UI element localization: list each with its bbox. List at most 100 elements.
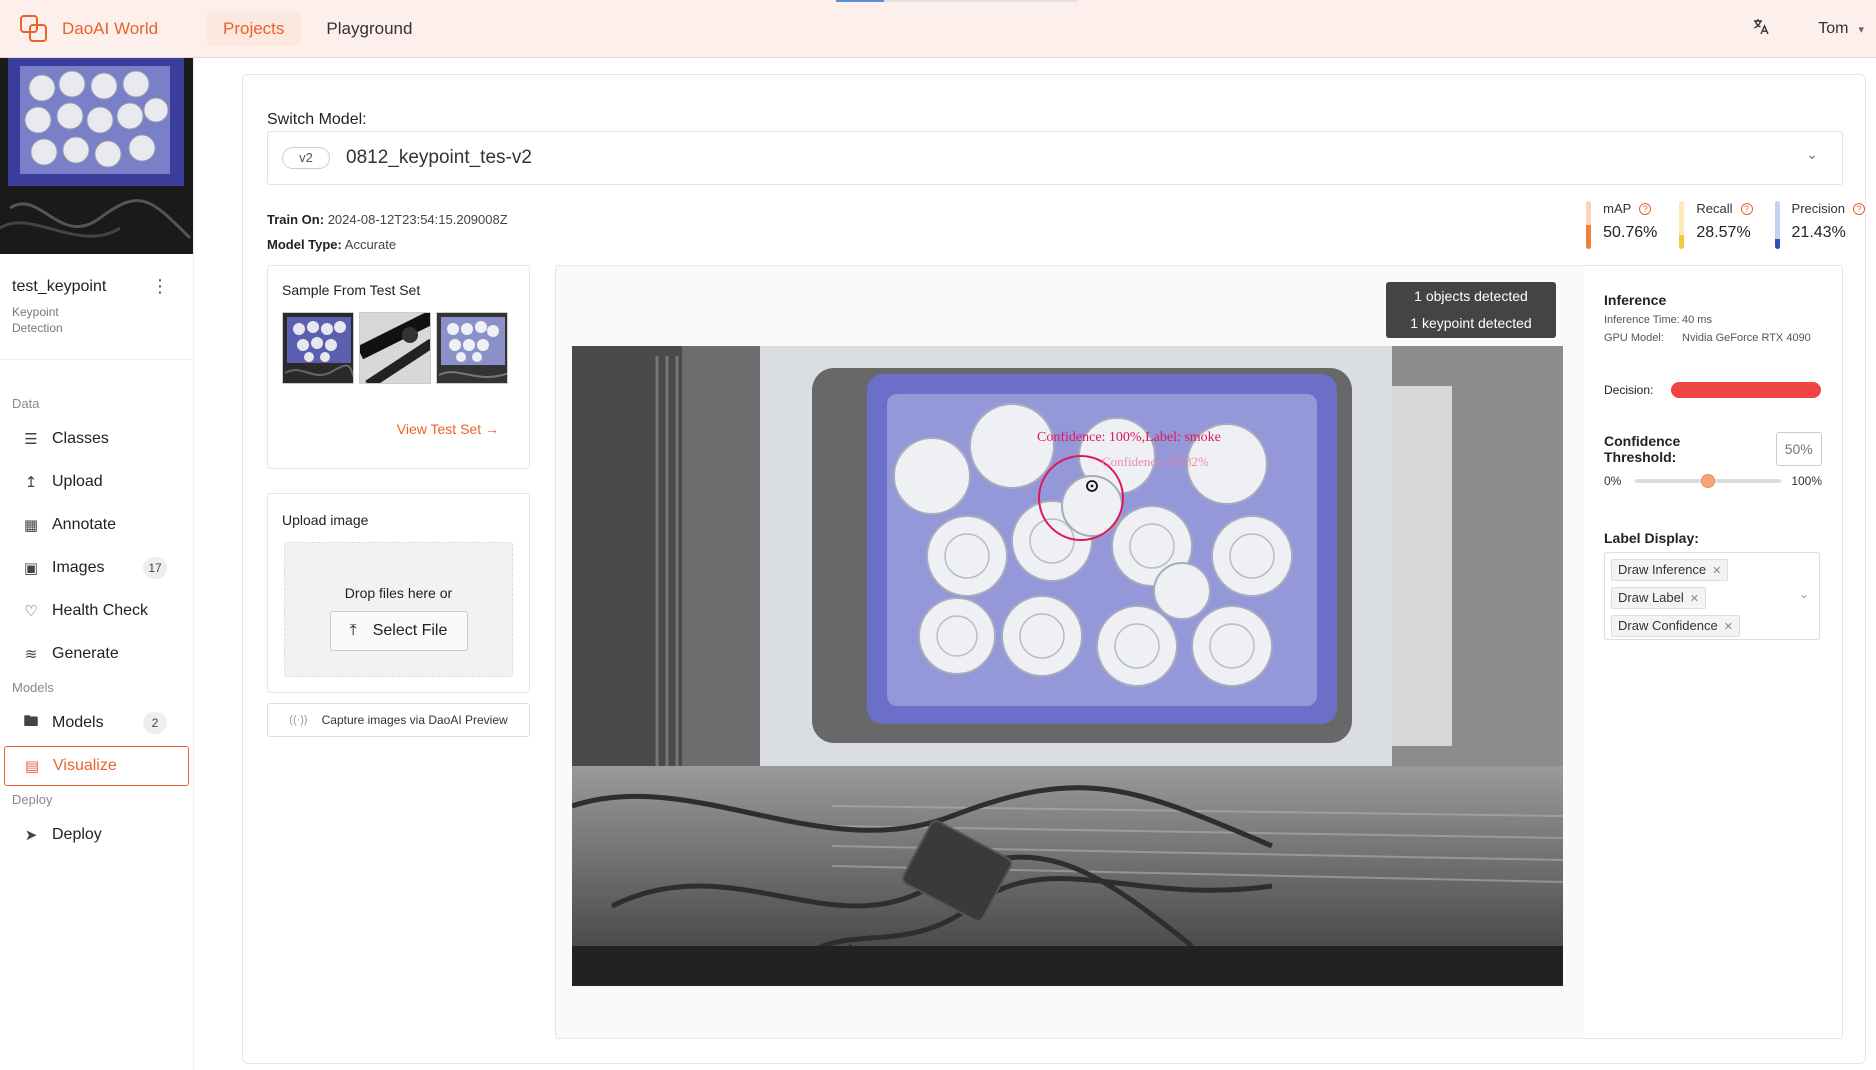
detection-summary: 1 objects detected 1 keypoint detected: [1386, 282, 1556, 338]
slider-max-label: 100%: [1791, 474, 1823, 488]
inference-image[interactable]: Confidence: 100%,Label: smoke Confidence…: [572, 346, 1563, 986]
close-icon[interactable]: ✕: [1724, 621, 1733, 633]
label-display-select[interactable]: Draw Inference ✕ Draw Label ✕ Draw Confide…: [1604, 552, 1820, 640]
help-icon[interactable]: ?: [1740, 202, 1753, 215]
inference-panel: Inference Inference Time: 40 ms GPU Mode…: [1584, 266, 1842, 1038]
help-icon[interactable]: ?: [1853, 202, 1865, 215]
file-dropzone[interactable]: Drop files here or ⤒ Select File: [284, 542, 513, 677]
sidebar-item-label: Upload: [52, 473, 103, 490]
view-test-set-link[interactable]: View Test Set →: [397, 421, 499, 437]
gpu-model-label: GPU Model:: [1604, 332, 1664, 344]
metric-recall: Recall? 28.57%: [1679, 201, 1753, 249]
section-label-deploy: Deploy: [12, 792, 53, 807]
metric-value: 50.76%: [1603, 224, 1658, 241]
metrics-row: mAP? 50.76% Recall? 28.57% Precision? 21…: [1564, 201, 1865, 249]
sidebar-item-visualize[interactable]: ▤ Visualize: [4, 746, 189, 786]
sidebar-item-annotate[interactable]: ▦ Annotate: [4, 505, 189, 545]
objects-detected-text: 1 objects detected: [1414, 288, 1528, 304]
nav-tab-playground[interactable]: Playground: [309, 12, 429, 46]
gpu-model-value: Nvidia GeForce RTX 4090: [1682, 332, 1811, 344]
heart-icon: ♡: [24, 603, 38, 620]
sidebar-item-upload[interactable]: ↥ Upload: [4, 462, 189, 502]
tag-label: Draw Confidence: [1618, 618, 1718, 633]
rocket-icon: ➤: [24, 827, 38, 844]
help-icon[interactable]: ?: [1639, 202, 1652, 215]
upload-image-card: Upload image Drop files here or ⤒ Select…: [267, 493, 530, 693]
confidence-threshold-input[interactable]: 50%: [1775, 432, 1822, 466]
section-label-models: Models: [12, 680, 54, 695]
close-icon[interactable]: ✕: [1712, 565, 1721, 577]
user-menu[interactable]: Tom ▾: [1818, 20, 1864, 38]
images-icon: ▣: [23, 560, 39, 577]
metric-value: 28.57%: [1696, 224, 1751, 241]
sidebar-item-health-check[interactable]: ♡ Health Check: [4, 591, 189, 631]
list-icon: ☰: [24, 431, 38, 448]
sidebar-item-models[interactable]: 🖿 Models 2: [4, 703, 189, 743]
sidebar-item-label: Images: [52, 559, 105, 576]
metric-value: 21.43%: [1791, 224, 1846, 241]
confidence-threshold-row: Confidence Threshold: 50%: [1604, 432, 1822, 466]
confidence-slider[interactable]: [1635, 474, 1782, 488]
sidebar-item-classes[interactable]: ☰ Classes: [4, 419, 189, 459]
sample-thumbnail[interactable]: [436, 312, 508, 384]
sidebar-item-generate[interactable]: ≋ Generate: [4, 634, 189, 674]
sidebar: test_keypoint Keypoint Detection ⋮ Data …: [0, 58, 194, 1070]
selected-model-name: 0812_keypoint_tes-v2: [346, 147, 532, 168]
select-file-label: Select File: [372, 622, 448, 639]
translate-icon[interactable]: [1752, 18, 1770, 41]
capture-preview-button[interactable]: ((·)) Capture images via DaoAI Preview: [267, 703, 530, 737]
model-select[interactable]: v2 0812_keypoint_tes-v2 ⌄: [267, 131, 1843, 185]
sample-list: [282, 312, 515, 384]
chevron-down-icon: ▾: [1858, 23, 1864, 36]
train-info: Train On: 2024-08-12T23:54:15.209008Z Mo…: [267, 207, 508, 257]
top-right-controls: Tom ▾: [1752, 0, 1864, 58]
tag-label: Draw Label: [1618, 590, 1684, 605]
sample-thumbnail[interactable]: [282, 312, 354, 384]
capture-label: Capture images via DaoAI Preview: [321, 713, 508, 727]
train-on-label: Train On:: [267, 212, 325, 227]
sample-title: Sample From Test Set: [282, 282, 421, 298]
chevron-down-icon: ⌄: [1798, 587, 1809, 601]
sidebar-item-label: Generate: [52, 645, 119, 662]
switch-model-label: Switch Model:: [267, 111, 367, 128]
slider-min-label: 0%: [1604, 474, 1622, 488]
sidebar-item-label: Annotate: [52, 516, 117, 533]
sidebar-item-label: Classes: [52, 430, 109, 447]
upload-icon: ↥: [24, 474, 38, 491]
top-bar: DaoAI World Projects Playground Tom ▾: [0, 0, 1876, 58]
inference-title: Inference: [1604, 292, 1667, 308]
confidence-threshold-label: Confidence Threshold:: [1604, 433, 1681, 465]
tag-draw-inference: Draw Inference ✕: [1611, 559, 1729, 581]
slider-handle[interactable]: [1701, 474, 1716, 488]
brand-logo[interactable]: DaoAI World: [20, 14, 206, 43]
arrow-right-icon: →: [485, 421, 499, 437]
metric-name: mAP: [1603, 201, 1632, 216]
model-type-value: Accurate: [344, 237, 397, 252]
overlay-label-primary: Confidence: 100%,Label: smoke: [1037, 430, 1221, 445]
user-name: Tom: [1818, 20, 1849, 37]
inference-viewer: 1 objects detected 1 keypoint detected C…: [555, 265, 1843, 1039]
model-version-badge: v2: [282, 147, 330, 169]
more-options-icon[interactable]: ⋮: [151, 276, 169, 297]
model-type-label: Model Type:: [267, 237, 342, 252]
sidebar-item-label: Health Check: [52, 602, 149, 619]
nav-tab-projects[interactable]: Projects: [206, 11, 302, 46]
document-icon: ▤: [24, 758, 40, 775]
select-file-button[interactable]: ⤒ Select File: [329, 611, 468, 651]
sidebar-item-deploy[interactable]: ➤ Deploy: [4, 815, 189, 855]
confidence-slider-row: 0% 100%: [1604, 474, 1822, 488]
upload-title: Upload image: [282, 512, 369, 528]
project-thumbnail: [0, 58, 193, 254]
metric-name: Recall: [1696, 201, 1733, 216]
metric-name: Precision: [1791, 201, 1845, 216]
sample-thumbnail[interactable]: [359, 312, 431, 384]
folder-icon: 🖿: [23, 712, 39, 730]
brand-name: DaoAI World: [62, 18, 159, 38]
close-icon[interactable]: ✕: [1690, 593, 1699, 605]
section-label-data: Data: [12, 396, 40, 411]
images-count-badge: 17: [143, 557, 167, 579]
sidebar-item-images[interactable]: ▣ Images 17: [4, 548, 189, 588]
metric-map: mAP? 50.76%: [1586, 201, 1657, 249]
loading-track: [884, 0, 1077, 2]
sidebar-item-label: Deploy: [52, 826, 102, 843]
